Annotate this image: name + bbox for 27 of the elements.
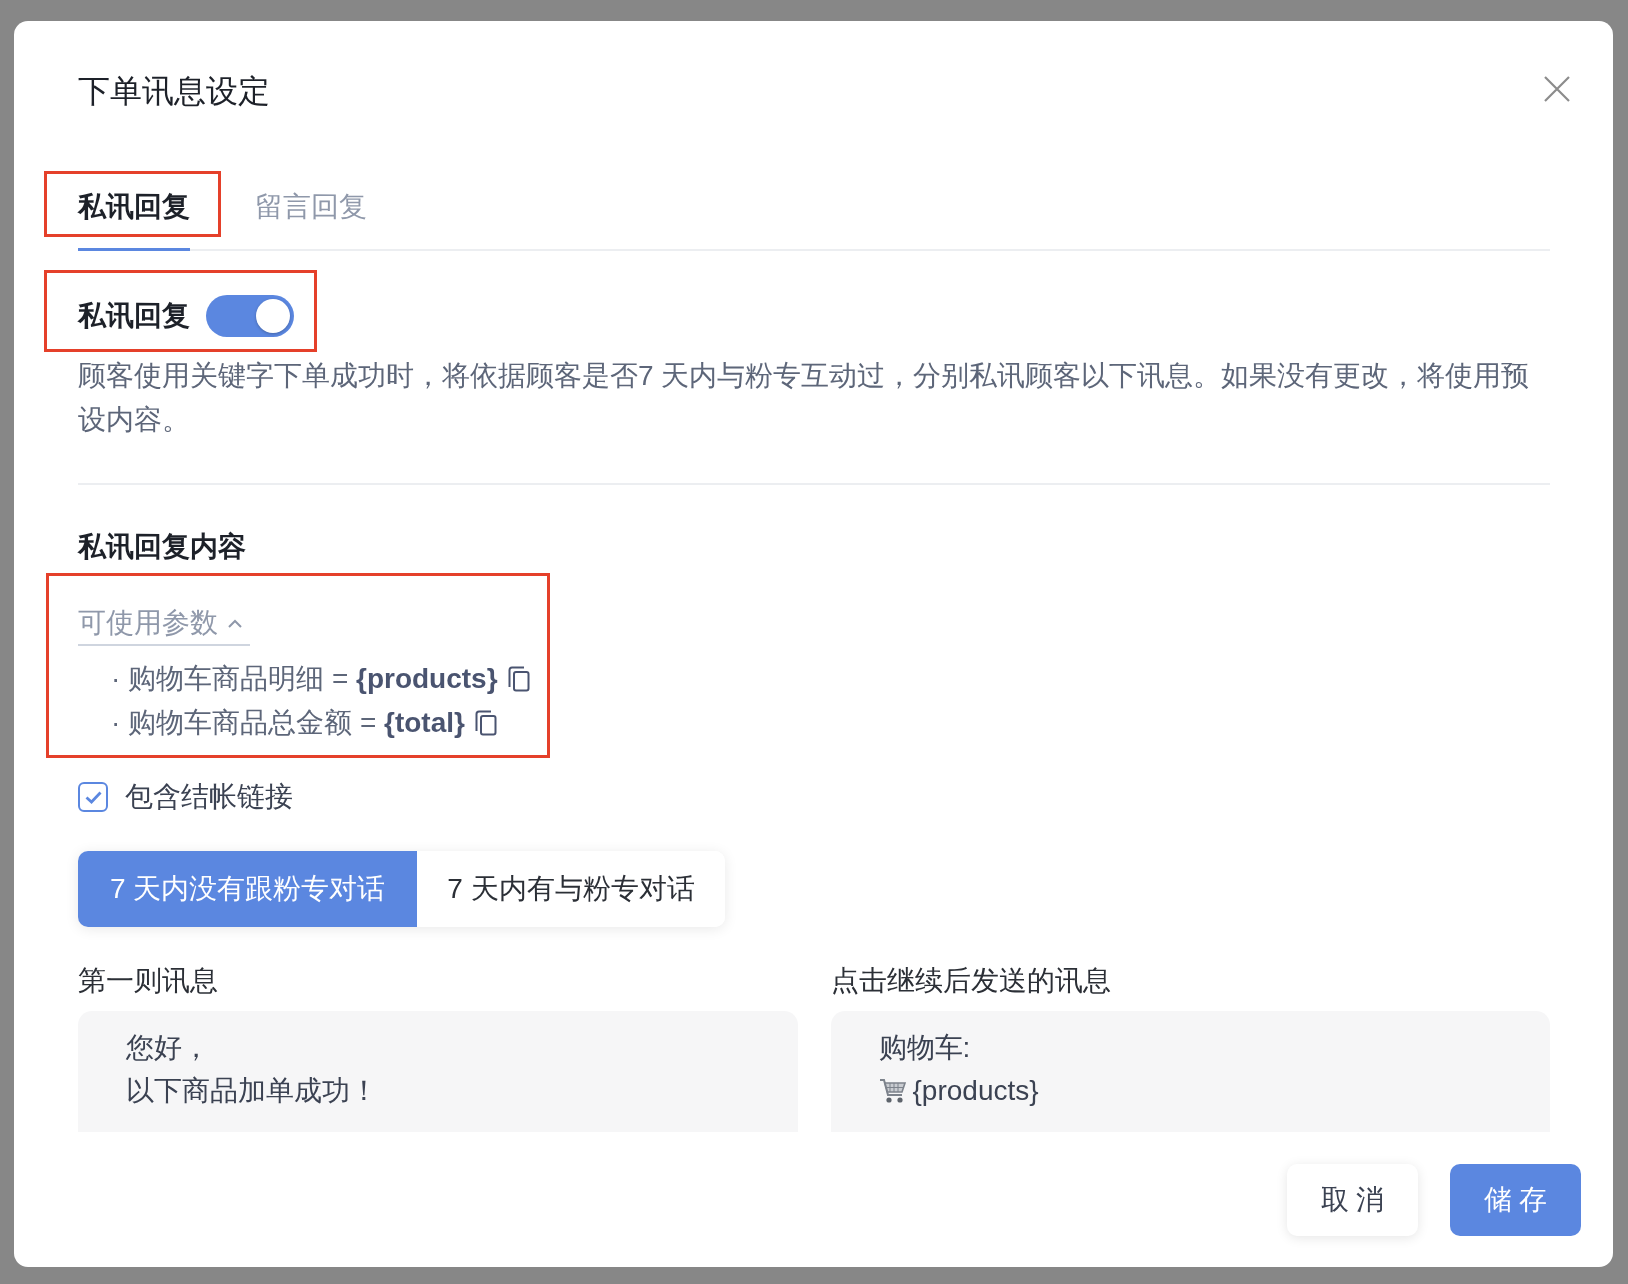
close-icon[interactable] <box>1544 76 1570 102</box>
message-text: 购物车: <box>878 1031 971 1065</box>
checkbox-label: 包含结帐链接 <box>125 780 293 814</box>
message-label: 第一则讯息 <box>78 964 218 998</box>
toggle-label: 私讯回复 <box>78 299 190 333</box>
shopping-cart-icon <box>878 1077 907 1104</box>
copy-icon[interactable] <box>507 666 530 692</box>
dialog-title: 下单讯息设定 <box>78 72 270 111</box>
checkbox[interactable] <box>78 782 108 812</box>
description: 顾客使用关键字下单成功时，将依据顾客是否7 天内与粉专互动过，分别私讯顾客以下讯息。如果没有更改，将使用预设内容。 <box>78 359 1531 437</box>
message-label: 点击继续后发送的讯息 <box>830 964 1111 998</box>
copy-icon[interactable] <box>474 710 497 736</box>
parameter-text: · 购物车商品明细 = {products} <box>111 662 498 696</box>
parameter-text: · 购物车商品总金额 = {total} <box>111 706 465 740</box>
section-title: 私讯回复内容 <box>78 530 246 564</box>
message-text: {products} <box>912 1074 1039 1108</box>
save-button[interactable]: 储 存 <box>1450 1164 1581 1236</box>
cancel-button[interactable]: 取 消 <box>1287 1164 1418 1236</box>
segment-tab[interactable]: 7 天内有与粉专对话 <box>417 851 725 927</box>
checkmark-icon <box>84 790 102 804</box>
tab[interactable]: 私讯回复 <box>78 180 190 251</box>
segment-tab[interactable]: 7 天内没有跟粉专对话 <box>78 851 418 927</box>
toggle-switch[interactable] <box>206 295 294 337</box>
message-box[interactable]: 购物车: {products} <box>830 1011 1550 1132</box>
message-box[interactable]: 您好， 以下商品加单成功！ <box>78 1011 798 1132</box>
message-text: 您好， <box>126 1031 210 1065</box>
message-text: 以下商品加单成功！ <box>126 1074 378 1108</box>
